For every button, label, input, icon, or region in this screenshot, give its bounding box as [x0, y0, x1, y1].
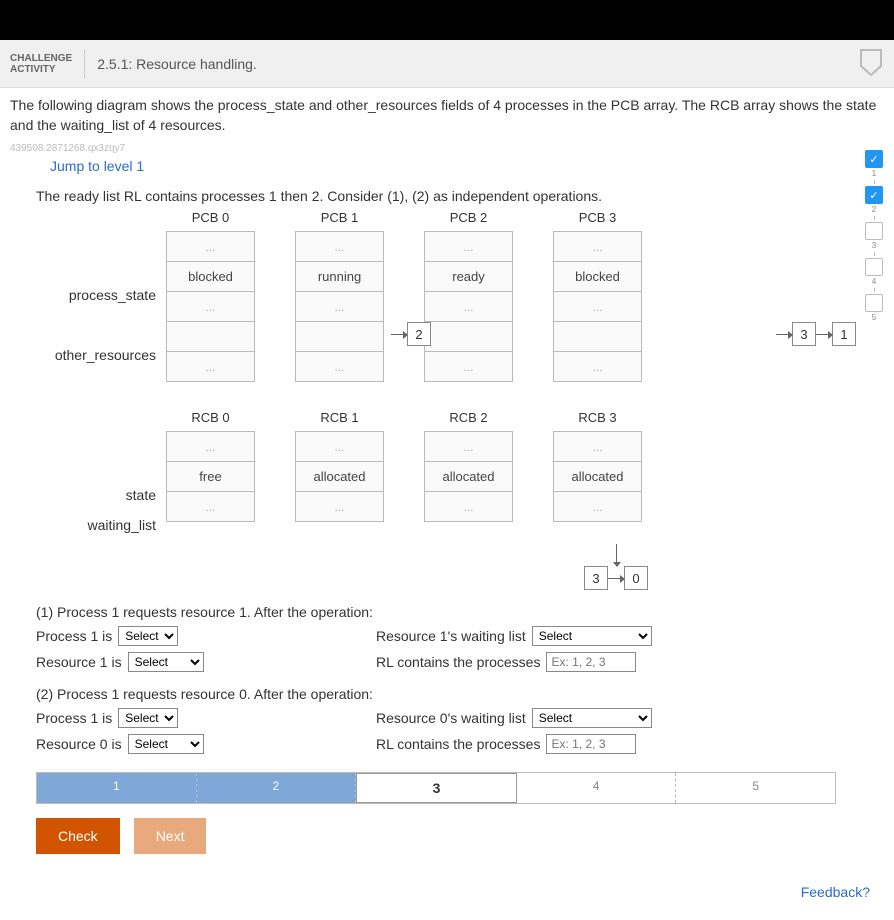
hash-text: 439508.2871268.qx3zqy7 [10, 143, 884, 154]
challenge-activity-label: CHALLENGE ACTIVITY [10, 53, 72, 75]
q2-process-select[interactable]: Select [118, 708, 178, 728]
step-2[interactable]: 2 [197, 773, 357, 803]
feedback-link[interactable]: Feedback? [10, 884, 870, 900]
pcb-diagram: process_state other_resources PCB 0 ...b… [36, 210, 884, 400]
rcb-0: RCB 0 ...free... [166, 410, 255, 522]
progress-step-1[interactable]: ✓ [865, 150, 883, 168]
progress-step-5[interactable] [865, 294, 883, 312]
pcb-row-label-state: process_state [36, 280, 156, 310]
step-3[interactable]: 3 [356, 773, 517, 803]
q1-waitlist-select[interactable]: Select [532, 626, 652, 646]
q1-rl-label: RL contains the processes [376, 654, 540, 670]
pcb3-resource-link: 3 1 [776, 322, 856, 346]
intro-text: The following diagram shows the process_… [10, 96, 884, 135]
pcb-row-label-resources: other_resources [36, 340, 156, 370]
q1-waitlist-label: Resource 1's waiting list [376, 628, 526, 644]
activity-title: 2.5.1: Resource handling. [97, 56, 257, 72]
q1-rl-input[interactable] [546, 652, 636, 672]
check-button[interactable]: Check [36, 818, 120, 854]
pcb-0: PCB 0 ...blocked...... [166, 210, 255, 382]
rcb-1: RCB 1 ...allocated... [295, 410, 384, 522]
step-1[interactable]: 1 [37, 773, 197, 803]
progress-rail: ✓1 ✓2 3 4 5 [862, 150, 886, 322]
progress-step-4[interactable] [865, 258, 883, 276]
q2-resource-label: Resource 0 is [36, 736, 122, 752]
top-black-bar [0, 0, 894, 40]
q1-process-select[interactable]: Select [118, 626, 178, 646]
progress-step-2[interactable]: ✓ [865, 186, 883, 204]
rcb-row-label-state: state [36, 480, 156, 510]
pcb-2: PCB 2 ...ready...... [424, 210, 513, 382]
q1-resource-select[interactable]: Select [128, 652, 204, 672]
progress-step-3[interactable] [865, 222, 883, 240]
rcb-2: RCB 2 ...allocated... [424, 410, 513, 522]
q2-resource-select[interactable]: Select [128, 734, 204, 754]
questions-block: (1) Process 1 requests resource 1. After… [36, 604, 884, 754]
ready-list-text: The ready list RL contains processes 1 t… [36, 188, 884, 204]
pcb-1: PCB 1 ...running...... [295, 210, 384, 382]
shield-icon [858, 64, 884, 79]
header-divider [84, 50, 85, 78]
next-button[interactable]: Next [134, 818, 207, 854]
rcb-row-label-waiting: waiting_list [36, 510, 156, 540]
step-5[interactable]: 5 [676, 773, 835, 803]
rcb-3: RCB 3 ...allocated... [553, 410, 642, 522]
step-4[interactable]: 4 [517, 773, 677, 803]
level-stepper: 1 2 3 4 5 [36, 772, 836, 804]
q1-resource-label: Resource 1 is [36, 654, 122, 670]
rcb-diagram: state waiting_list RCB 0 ...free... RCB … [36, 410, 884, 590]
q2-rl-input[interactable] [546, 734, 636, 754]
pcb1-resource-link: 2 [391, 322, 431, 346]
q2-waitlist-label: Resource 0's waiting list [376, 710, 526, 726]
q2-heading: (2) Process 1 requests resource 0. After… [36, 686, 884, 702]
q2-waitlist-select[interactable]: Select [532, 708, 652, 728]
rcb1-waiting-link: 3 0 [348, 544, 884, 590]
pcb-3: PCB 3 ...blocked...... [553, 210, 642, 382]
q2-process-label: Process 1 is [36, 710, 112, 726]
q1-process-label: Process 1 is [36, 628, 112, 644]
q2-rl-label: RL contains the processes [376, 736, 540, 752]
q1-heading: (1) Process 1 requests resource 1. After… [36, 604, 884, 620]
activity-header: CHALLENGE ACTIVITY 2.5.1: Resource handl… [0, 40, 894, 88]
jump-to-level-link[interactable]: Jump to level 1 [50, 158, 144, 174]
